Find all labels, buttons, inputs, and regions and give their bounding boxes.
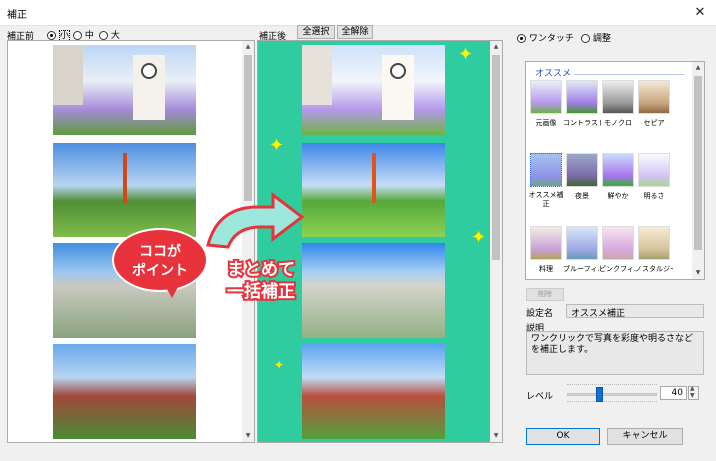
mode-adjust[interactable]: 調整 — [581, 31, 611, 44]
cancel-button[interactable]: キャンセル — [607, 428, 683, 445]
ok-button[interactable]: OK — [526, 428, 600, 445]
scroll-down-icon[interactable]: ▼ — [242, 430, 254, 442]
level-slider-thumb[interactable] — [596, 387, 603, 402]
scroll-up-icon[interactable]: ▲ — [242, 41, 254, 53]
spin-down-icon[interactable]: ▼ — [690, 392, 695, 399]
radio-onetouch[interactable] — [517, 34, 526, 43]
preset-thumb-6[interactable] — [602, 153, 634, 187]
scroll-down-icon[interactable]: ▼ — [692, 267, 704, 279]
mode-onetouch[interactable]: ワンタッチ — [517, 31, 574, 44]
scroll-up-icon[interactable]: ▲ — [692, 62, 704, 74]
preset-label-9: ブルーフィ... — [563, 265, 601, 273]
preset-label-2: モノクロ — [604, 119, 632, 127]
preset-label-10: ピンクフィ... — [599, 265, 637, 273]
preset-thumb-7[interactable] — [638, 153, 670, 187]
select-all-button[interactable]: 全選択 — [297, 25, 335, 39]
preset-label-5: 夜景 — [575, 192, 589, 200]
radio-small[interactable] — [47, 31, 56, 40]
preset-thumb-9[interactable] — [566, 226, 598, 260]
photo-red-brick-before[interactable] — [53, 344, 196, 439]
setting-name-label: 設定名 — [526, 309, 554, 319]
photo-red-brick-after[interactable] — [302, 344, 445, 439]
level-label: レベル — [526, 392, 554, 402]
photo-tv-tower-after[interactable] — [302, 143, 445, 237]
photo-clock-tower-before[interactable] — [53, 45, 196, 135]
sparkle-icon: ✦ — [274, 358, 285, 372]
photo-cityscape-after[interactable] — [302, 243, 445, 338]
preset-label-7: 明るさ — [643, 192, 665, 200]
preset-thumb-2[interactable] — [602, 80, 634, 114]
radio-adjust[interactable] — [581, 34, 590, 43]
preset-label-3: セピア — [643, 119, 665, 127]
scroll-thumb[interactable] — [694, 76, 702, 250]
deselect-all-button[interactable]: 全解除 — [337, 25, 373, 39]
after-scrollbar[interactable]: ▲ ▼ — [490, 41, 502, 442]
preset-label-6: 鮮やか — [607, 192, 629, 200]
preset-label-0: 元画像 — [535, 119, 557, 127]
caption-line-2: 一括補正 — [225, 280, 297, 304]
window-title: 補正 — [7, 10, 27, 21]
sparkle-icon: ✦ — [471, 227, 487, 248]
preset-thumb-3[interactable] — [638, 80, 670, 114]
caption-text: まとめて 一括補正 — [205, 258, 317, 304]
sparkle-icon: ✦ — [458, 44, 474, 65]
title-bar: 補正 ✕ — [0, 0, 716, 26]
level-spinner[interactable]: ▲ ▼ — [688, 385, 699, 400]
preset-label-8: 料理 — [539, 265, 553, 273]
preset-thumb-0[interactable] — [530, 80, 562, 114]
scroll-thumb[interactable] — [244, 55, 252, 201]
preset-scrollbar[interactable]: ▲ ▼ — [692, 62, 704, 279]
preset-thumb-1[interactable] — [566, 80, 598, 114]
bubble-line-1: ココが — [139, 244, 181, 260]
preset-label-4: オススメ補正 — [528, 191, 564, 208]
preset-thumb-8[interactable] — [530, 226, 562, 260]
preset-thumb-10[interactable] — [602, 226, 634, 260]
level-slider[interactable] — [567, 383, 657, 405]
photo-clock-tower-after[interactable] — [302, 45, 445, 135]
description-field: ワンクリックで写真を彩度や明るさなどを補正します。 — [526, 331, 704, 375]
radio-medium[interactable] — [73, 31, 82, 40]
arrow-icon — [206, 191, 305, 249]
sparkle-icon: ✦ — [269, 135, 285, 156]
bubble-line-2: ポイント — [132, 263, 188, 279]
preset-label-1: コントラスト — [563, 119, 601, 127]
preset-thumb-5[interactable] — [566, 153, 598, 187]
point-bubble: ココが ポイント — [112, 228, 208, 292]
preset-label-11: ノスタルジー — [635, 265, 673, 273]
bubble-tail — [162, 280, 182, 298]
scroll-down-icon[interactable]: ▼ — [490, 430, 502, 442]
preset-thumb-11[interactable] — [638, 226, 670, 260]
scroll-thumb[interactable] — [492, 55, 500, 260]
scroll-up-icon[interactable]: ▲ — [490, 41, 502, 53]
spin-up-icon[interactable]: ▲ — [690, 385, 695, 392]
preset-thumb-4[interactable] — [530, 153, 562, 187]
level-value-input[interactable]: 40 — [660, 386, 687, 400]
setting-name-field: オススメ補正 — [566, 304, 704, 319]
radio-large[interactable] — [99, 31, 108, 40]
caption-line-1: まとめて — [225, 258, 297, 282]
close-icon[interactable]: ✕ — [690, 3, 710, 23]
delete-button[interactable]: 削除 — [526, 288, 564, 301]
photo-tv-tower-before[interactable] — [53, 143, 196, 237]
preset-section-label: オススメ — [535, 66, 575, 79]
